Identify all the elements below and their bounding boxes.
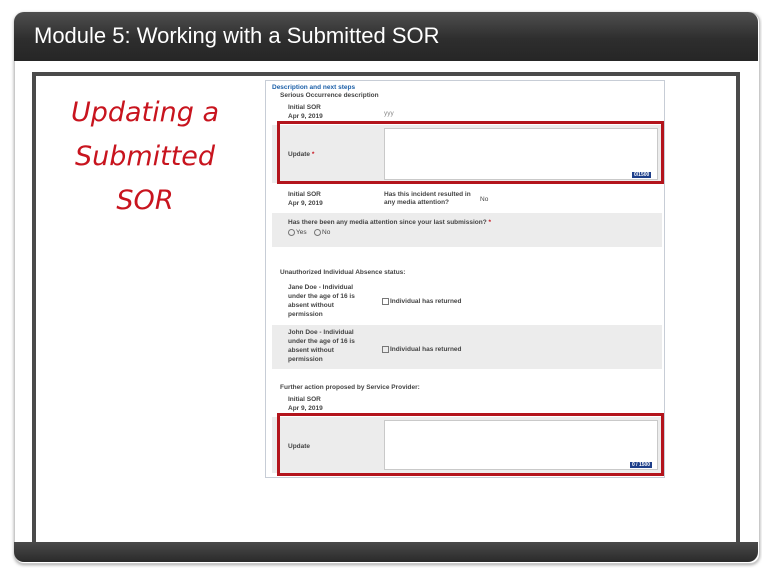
radio-yes[interactable]: Yes — [288, 229, 307, 237]
media-since-question: Has there been any media attention since… — [288, 219, 492, 226]
absence-2-returned-checkbox[interactable]: Individual has returned — [382, 346, 462, 354]
highlight-box-update-1 — [277, 121, 664, 184]
absence-1-name-1: Jane Doe - Individual — [288, 284, 354, 291]
media-question: Has this incident resulted in any media … — [384, 191, 471, 206]
initial-description-value: yyy — [384, 110, 394, 117]
initial-sor-label-2: Initial SOR — [288, 191, 321, 198]
radio-no-circle — [314, 229, 321, 236]
absence-2-name-2: under the age of 16 is — [288, 338, 355, 345]
radio-yes-circle — [288, 229, 295, 236]
initial-sor-label-1: Initial SOR — [288, 104, 321, 111]
absence-1-returned-checkbox[interactable]: Individual has returned — [382, 298, 462, 306]
absence-1-name-4: permission — [288, 311, 323, 318]
title-bar: Module 5: Working with a Submitted SOR — [14, 12, 758, 61]
section-subtitle: Serious Occurrence description — [280, 92, 379, 99]
handwritten-line-3: SOR — [116, 185, 174, 216]
initial-sor-label-3: Initial SOR — [288, 396, 321, 403]
highlight-box-update-2 — [277, 413, 664, 476]
initial-sor-date-1: Apr 9, 2019 — [288, 113, 323, 120]
absence-1-name-2: under the age of 16 is — [288, 293, 355, 300]
absence-2-name-4: permission — [288, 356, 323, 363]
media-answer: No — [480, 196, 489, 203]
handwritten-line-1: Updating a — [70, 97, 220, 128]
further-action-label: Further action proposed by Service Provi… — [280, 384, 420, 391]
initial-sor-date-2: Apr 9, 2019 — [288, 200, 323, 207]
absence-1-name-3: absent without — [288, 302, 334, 309]
bottom-bar — [14, 542, 758, 562]
section-title: Description and next steps — [272, 84, 356, 91]
handwritten-line-2: Submitted — [74, 141, 216, 172]
initial-sor-date-3: Apr 9, 2019 — [288, 405, 323, 412]
radio-no[interactable]: No — [314, 229, 330, 237]
absence-2-name-1: John Doe - Individual — [288, 329, 354, 336]
absence-2-name-3: absent without — [288, 347, 334, 354]
module-title: Module 5: Working with a Submitted SOR — [34, 23, 440, 48]
absence-status-label: Unauthorized Individual Absence status: — [280, 269, 406, 276]
